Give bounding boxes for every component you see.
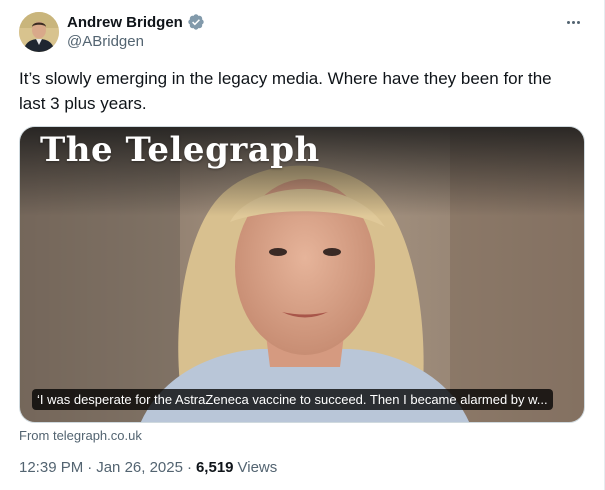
meta-separator: · <box>186 459 192 476</box>
tweet-date[interactable]: Jan 26, 2025 <box>96 459 183 476</box>
more-dot-icon <box>571 20 575 24</box>
views-label: Views <box>237 459 278 476</box>
verified-badge-icon[interactable] <box>187 13 205 31</box>
tweet-text: It’s slowly emerging in the legacy media… <box>19 69 552 113</box>
author-display-name[interactable]: Andrew Bridgen <box>67 14 183 31</box>
more-dot-icon <box>576 20 580 24</box>
tweet-meta: 12:39 PM · Jan 26, 2025 · 6,519 Views <box>19 459 277 476</box>
card-source-prefix: From <box>19 428 53 443</box>
more-options-button[interactable] <box>560 12 586 32</box>
meta-separator: · <box>87 459 93 476</box>
views-count: 6,519 <box>195 459 234 476</box>
card-caption: ‘I was desperate for the AstraZeneca vac… <box>32 389 553 410</box>
card-source-domain: telegraph.co.uk <box>52 428 142 443</box>
telegraph-masthead-logo: The Telegraph <box>40 130 320 170</box>
more-dot-icon <box>566 20 570 24</box>
tweet: Andrew Bridgen @ABridgen It’s slowly eme… <box>0 0 605 490</box>
author-name-row: Andrew Bridgen <box>67 12 205 32</box>
profile-avatar[interactable] <box>19 12 59 52</box>
card-source-link[interactable]: From telegraph.co.uk <box>19 428 142 443</box>
card-image <box>20 127 584 422</box>
link-card[interactable]: The Telegraph ‘I was desperate for the A… <box>19 126 585 423</box>
tweet-time[interactable]: 12:39 PM <box>19 459 83 476</box>
author-handle[interactable]: @ABridgen <box>67 33 144 50</box>
